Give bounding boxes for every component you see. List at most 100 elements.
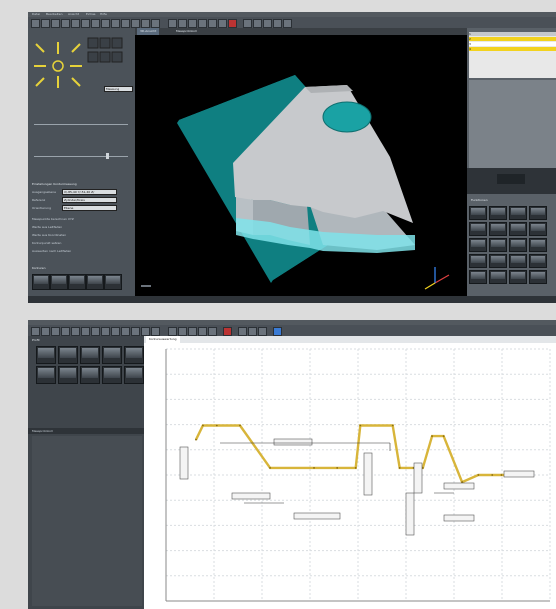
help-icon[interactable] xyxy=(258,327,267,336)
paste-icon[interactable] xyxy=(111,19,120,28)
wire-icon[interactable] xyxy=(218,19,227,28)
profile-tool-button[interactable] xyxy=(102,346,122,364)
function-button[interactable] xyxy=(489,254,507,268)
help-icon[interactable] xyxy=(283,19,292,28)
tab-protocol[interactable]: Messprotokoll xyxy=(173,28,200,35)
undo-icon[interactable] xyxy=(71,19,80,28)
profile-tool-button[interactable] xyxy=(80,366,100,384)
field-input[interactable]: X/-85,40 Y/-51,40 Z/ xyxy=(62,189,117,195)
checkbox-label[interactable]: Konturpunkt setzen xyxy=(32,241,61,245)
view-iso-icon[interactable] xyxy=(198,19,207,28)
redo-icon[interactable] xyxy=(81,327,90,336)
copy-icon[interactable] xyxy=(101,19,110,28)
contour-button[interactable] xyxy=(50,274,68,290)
line-icon[interactable] xyxy=(168,327,177,336)
function-button[interactable] xyxy=(509,222,527,236)
chart-area[interactable]: Konturauswertung xyxy=(144,336,556,609)
grid-icon[interactable] xyxy=(121,327,130,336)
profile-tool-button[interactable] xyxy=(102,366,122,384)
profile-tool-button[interactable] xyxy=(80,346,100,364)
zoom-icon[interactable] xyxy=(91,327,100,336)
tab-contour-evaluation[interactable]: Konturauswertung xyxy=(146,336,180,343)
pan-icon[interactable] xyxy=(141,19,150,28)
view-side-icon[interactable] xyxy=(188,19,197,28)
function-button[interactable] xyxy=(489,206,507,220)
arc-icon[interactable] xyxy=(178,327,187,336)
info-icon[interactable] xyxy=(273,327,282,336)
function-button[interactable] xyxy=(489,270,507,284)
function-button[interactable] xyxy=(509,206,527,220)
function-button[interactable] xyxy=(529,206,547,220)
function-button[interactable] xyxy=(529,254,547,268)
measure-icon[interactable] xyxy=(243,19,252,28)
menu-item-hilfe[interactable]: Hilfe xyxy=(100,12,107,16)
table-row[interactable]: 2 xyxy=(469,37,556,41)
fit-icon[interactable] xyxy=(111,327,120,336)
new-icon[interactable] xyxy=(31,19,40,28)
profile-tool-button[interactable] xyxy=(58,346,78,364)
open-icon[interactable] xyxy=(41,19,50,28)
pan-icon[interactable] xyxy=(101,327,110,336)
3d-viewport[interactable] xyxy=(135,35,467,296)
checkbox-label[interactable]: Werte aus Koordinaten xyxy=(32,233,66,237)
checkbox-label[interactable]: Auswerten nach Leitfaden xyxy=(32,249,71,253)
redo-icon[interactable] xyxy=(81,19,90,28)
field-input[interactable]: Zylinder/Kreis xyxy=(62,197,117,203)
print-icon[interactable] xyxy=(61,327,70,336)
probe-icon[interactable] xyxy=(141,327,150,336)
dimension-icon[interactable] xyxy=(198,327,207,336)
report-icon[interactable] xyxy=(151,327,160,336)
point-icon[interactable] xyxy=(188,327,197,336)
angle-icon[interactable] xyxy=(208,327,217,336)
tab-3d-view[interactable]: 3D-Ansicht xyxy=(137,28,160,35)
checkbox-label[interactable]: Messpunkte berechnen XYZ xyxy=(32,217,74,221)
stop-icon[interactable] xyxy=(228,19,237,28)
rotate-icon[interactable] xyxy=(131,19,140,28)
contour-button[interactable] xyxy=(68,274,86,290)
contour-button[interactable] xyxy=(86,274,104,290)
view-top-icon[interactable] xyxy=(168,19,177,28)
function-button[interactable] xyxy=(469,222,487,236)
function-button[interactable] xyxy=(509,270,527,284)
function-button[interactable] xyxy=(509,254,527,268)
slider-track[interactable] xyxy=(34,156,128,157)
table-row[interactable]: 1 xyxy=(469,32,556,36)
report-icon[interactable] xyxy=(263,19,272,28)
profile-tool-button[interactable] xyxy=(124,346,144,364)
function-button[interactable] xyxy=(469,206,487,220)
function-button[interactable] xyxy=(529,270,547,284)
probe-icon[interactable] xyxy=(253,19,262,28)
menu-item-ansicht[interactable]: Ansicht xyxy=(68,12,79,16)
function-button[interactable] xyxy=(529,238,547,252)
measure-icon[interactable] xyxy=(131,327,140,336)
contour-button[interactable] xyxy=(104,274,122,290)
settings-icon[interactable] xyxy=(273,19,282,28)
save-icon[interactable] xyxy=(51,19,60,28)
function-button[interactable] xyxy=(489,238,507,252)
checkbox-label[interactable]: Werte aus Leitfaden xyxy=(32,225,62,229)
slider-track[interactable] xyxy=(34,124,128,125)
save-icon[interactable] xyxy=(51,327,60,336)
slider-handle[interactable] xyxy=(106,153,109,159)
new-icon[interactable] xyxy=(31,327,40,336)
view-front-icon[interactable] xyxy=(178,19,187,28)
contour-button[interactable] xyxy=(32,274,50,290)
undo-icon[interactable] xyxy=(71,327,80,336)
menu-item-bearbeiten[interactable]: Bearbeiten xyxy=(46,12,62,16)
menu-item-extras[interactable]: Extras xyxy=(86,12,95,16)
table-row[interactable]: 3 xyxy=(469,42,556,46)
profile-tool-button[interactable] xyxy=(36,346,56,364)
open-icon[interactable] xyxy=(41,327,50,336)
export-icon[interactable] xyxy=(238,327,247,336)
field-input[interactable]: Ebene xyxy=(62,205,117,211)
zoom-icon[interactable] xyxy=(121,19,130,28)
function-button[interactable] xyxy=(529,222,547,236)
stop-icon[interactable] xyxy=(223,327,232,336)
table-row[interactable]: 4 xyxy=(469,47,556,51)
function-button[interactable] xyxy=(489,222,507,236)
fit-icon[interactable] xyxy=(151,19,160,28)
print-icon[interactable] xyxy=(61,19,70,28)
profile-tool-button[interactable] xyxy=(36,366,56,384)
cut-icon[interactable] xyxy=(91,19,100,28)
shade-icon[interactable] xyxy=(208,19,217,28)
